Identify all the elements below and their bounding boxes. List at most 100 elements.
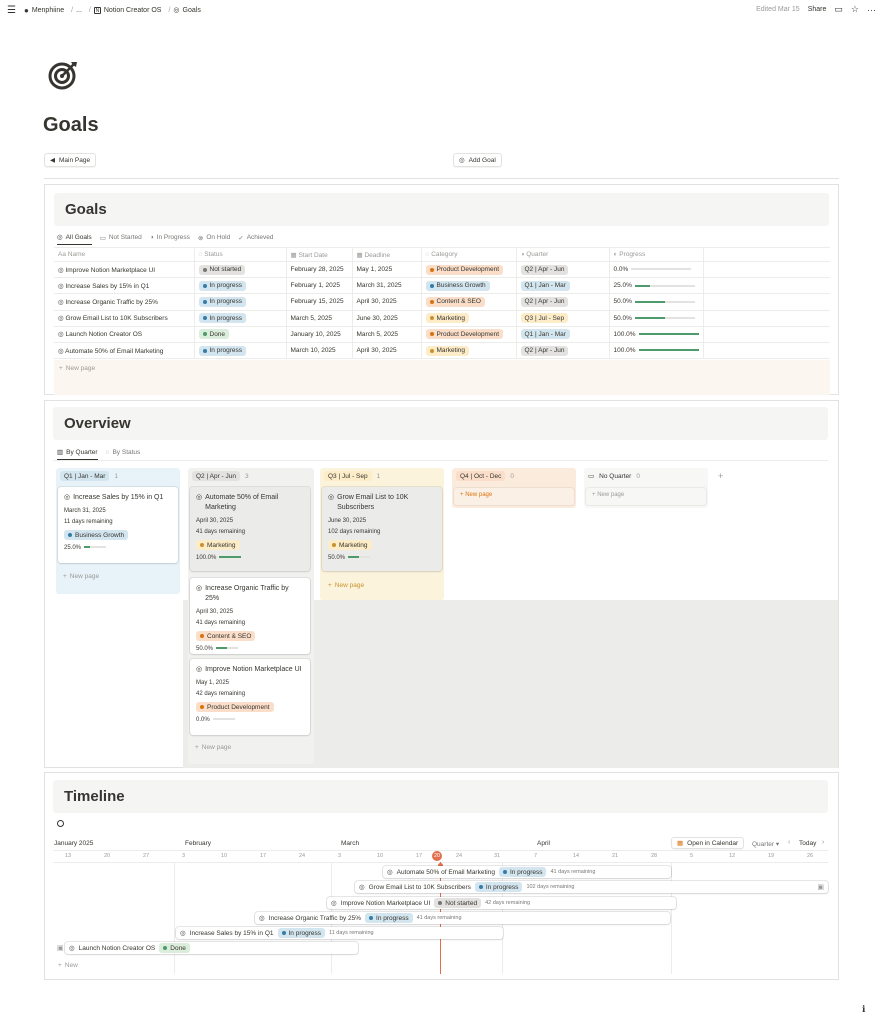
cell-status[interactable]: In progress (194, 293, 287, 311)
breadcrumb-goals[interactable]: ◎ Goals (173, 6, 200, 15)
cell-name[interactable]: ◎ Increase Sales by 15% in Q1 (54, 277, 195, 295)
cell-status[interactable]: In progress (194, 342, 287, 360)
column-header-progress[interactable]: ◐ Progress (609, 247, 704, 262)
cell-name[interactable]: ◎ Automate 50% of Email Marketing (54, 342, 195, 360)
cell-name[interactable]: ◎ Improve Notion Marketplace UI (54, 261, 195, 279)
cell-name[interactable]: ◎ Increase Organic Traffic by 25% (54, 293, 195, 311)
cell-category[interactable]: Product Development (421, 326, 517, 343)
table-row[interactable]: ◎ Launch Notion Creator OS Done January … (54, 326, 830, 343)
more-icon[interactable]: ··· (867, 5, 876, 15)
tab-by-status[interactable]: ◌ By Status (106, 448, 141, 460)
cell-deadline[interactable]: April 30, 2025 (352, 293, 422, 311)
tab-on-hold[interactable]: ⊗ On Hold (198, 233, 230, 245)
next-icon[interactable]: › (822, 839, 824, 846)
cell-quarter[interactable]: Q2 | Apr - Jun (516, 293, 610, 311)
column-header-name[interactable]: Aa Name (54, 247, 195, 262)
board-card[interactable]: ◎ Grow Email List to 10K Subscribers June… (322, 487, 442, 571)
timeline-bar[interactable]: ◎ Increase Organic Traffic by 25% In prog… (255, 912, 670, 924)
cell-deadline[interactable]: March 5, 2025 (352, 326, 422, 343)
cell-deadline[interactable]: May 1, 2025 (352, 261, 422, 279)
cell-start-date[interactable]: January 10, 2025 (286, 326, 353, 343)
new-page-card-q4[interactable]: + New page (454, 488, 574, 505)
new-page-row[interactable]: + New page (54, 360, 95, 376)
timeline-bar[interactable]: ◎ Launch Notion Creator OS Done (65, 942, 358, 954)
table-row[interactable]: ◎ Improve Notion Marketplace UI Not star… (54, 261, 830, 279)
group-label-no-quarter[interactable]: No Quarter (599, 473, 631, 480)
board-card[interactable]: ◎ Improve Notion Marketplace UI May 1, 20… (190, 659, 310, 735)
timeline-bar[interactable]: ◎ Automate 50% of Email Marketing In prog… (383, 866, 671, 878)
cell-quarter[interactable]: Q2 | Apr - Jun (516, 342, 610, 360)
tab-all-goals[interactable]: ◎ All Goals (57, 233, 92, 245)
cell-status[interactable]: Done (194, 326, 287, 343)
cell-start-date[interactable]: March 5, 2025 (286, 310, 353, 327)
sidebar-toggle-icon[interactable]: ☰ (7, 5, 16, 16)
timeline-bar[interactable]: ◎ Improve Notion Marketplace UI Not start… (327, 897, 676, 909)
column-header-deadline[interactable]: ▦ Deadline (352, 247, 422, 262)
new-page-card-button[interactable]: + New page (328, 582, 364, 589)
cell-name[interactable]: ◎ Launch Notion Creator OS (54, 326, 195, 343)
comment-icon[interactable]: ▭ (834, 4, 843, 15)
tab-in-progress[interactable]: ◑ In Progress (150, 233, 190, 245)
column-header-quarter[interactable]: ◑ Quarter (516, 247, 610, 262)
quarter-select[interactable]: Quarter ▾ (752, 840, 779, 848)
new-page-card-no-quarter[interactable]: + New page (586, 488, 706, 505)
breadcrumb-ellipsis[interactable]: ... (76, 7, 82, 14)
table-row[interactable]: ◎ Increase Organic Traffic by 25% In pro… (54, 293, 830, 311)
cell-status[interactable]: In progress (194, 310, 287, 327)
group-label-q3[interactable]: Q3 | Jul - Sep (324, 471, 372, 481)
column-header-category[interactable]: ◌ Category (421, 247, 517, 262)
today-button[interactable]: Today (799, 840, 816, 847)
tab-not-started[interactable]: ▭ Not Started (100, 233, 142, 245)
scroll-right-icon[interactable]: ▣ (817, 883, 824, 891)
breadcrumb-creator-os[interactable]: N Notion Creator OS (93, 6, 161, 14)
breadcrumb-workspace[interactable]: ● Menphiine (24, 6, 64, 15)
cell-quarter[interactable]: Q1 | Jan - Mar (516, 326, 610, 343)
main-page-button[interactable]: ◀ Main Page (44, 153, 97, 167)
cell-name[interactable]: ◎ Grow Email List to 10K Subscribers (54, 310, 195, 327)
board-card[interactable]: ◎ Increase Organic Traffic by 25% April 3… (190, 578, 310, 654)
column-header-start-date[interactable]: ▦ Start Date (286, 247, 353, 262)
cell-start-date[interactable]: February 28, 2025 (286, 261, 353, 279)
board-card[interactable]: ◎ Increase Sales by 15% in Q1 March 31, 2… (58, 487, 178, 563)
cell-deadline[interactable]: April 30, 2025 (352, 342, 422, 360)
tab-by-quarter[interactable]: ▥ By Quarter (57, 448, 98, 460)
group-label-q4[interactable]: Q4 | Oct - Dec (456, 471, 506, 481)
table-row[interactable]: ◎ Increase Sales by 15% in Q1 In progres… (54, 277, 830, 295)
share-button[interactable]: Share (808, 6, 827, 13)
new-page-card-button[interactable]: + New page (63, 573, 99, 580)
prev-icon[interactable]: ‹ (788, 839, 790, 846)
timeline-bar[interactable]: ◎ Increase Sales by 15% in Q1 In progress… (176, 927, 503, 939)
new-page-card-button[interactable]: + New page (195, 744, 231, 751)
help-icon[interactable]: ℹ (862, 1004, 865, 1015)
timeline-bar[interactable]: ◎ Grow Email List to 10K Subscribers In p… (355, 881, 828, 893)
open-in-calendar-button[interactable]: ▦ Open in Calendar (671, 837, 745, 849)
column-header-status[interactable]: ◌ Status (194, 247, 287, 262)
cell-category[interactable]: Business Growth (421, 277, 517, 295)
cell-category[interactable]: Product Development (421, 261, 517, 279)
cell-status[interactable]: Not started (194, 261, 287, 279)
cell-deadline[interactable]: March 31, 2025 (352, 277, 422, 295)
timeline-new-button[interactable]: + New (53, 957, 78, 973)
cell-quarter[interactable]: Q1 | Jan - Mar (516, 277, 610, 295)
table-row[interactable]: ◎ Automate 50% of Email Marketing In pro… (54, 342, 830, 360)
cell-category[interactable]: Content & SEO (421, 293, 517, 311)
cell-start-date[interactable]: February 1, 2025 (286, 277, 353, 295)
cell-quarter[interactable]: Q3 | Jul - Sep (516, 310, 610, 327)
timeline-view-icon[interactable] (57, 820, 64, 827)
cell-quarter[interactable]: Q2 | Apr - Jun (516, 261, 610, 279)
star-icon[interactable]: ☆ (851, 4, 859, 15)
cell-start-date[interactable]: February 15, 2025 (286, 293, 353, 311)
tab-achieved[interactable]: ✓ Achieved (238, 233, 273, 245)
cell-category[interactable]: Marketing (421, 310, 517, 327)
group-label-q1[interactable]: Q1 | Jan - Mar (60, 471, 110, 481)
table-row[interactable]: ◎ Grow Email List to 10K Subscribers In … (54, 310, 830, 327)
group-label-q2[interactable]: Q2 | Apr - Jun (192, 471, 240, 481)
board-card[interactable]: ◎ Automate 50% of Email Marketing April 3… (190, 487, 310, 571)
add-goal-button[interactable]: ◎ Add Goal (453, 153, 502, 167)
cell-status[interactable]: In progress (194, 277, 287, 295)
add-group-button[interactable]: + (718, 471, 723, 481)
scroll-left-icon[interactable]: ▣ (57, 944, 64, 952)
cell-start-date[interactable]: March 10, 2025 (286, 342, 353, 360)
cell-category[interactable]: Marketing (421, 342, 517, 360)
cell-deadline[interactable]: June 30, 2025 (352, 310, 422, 327)
